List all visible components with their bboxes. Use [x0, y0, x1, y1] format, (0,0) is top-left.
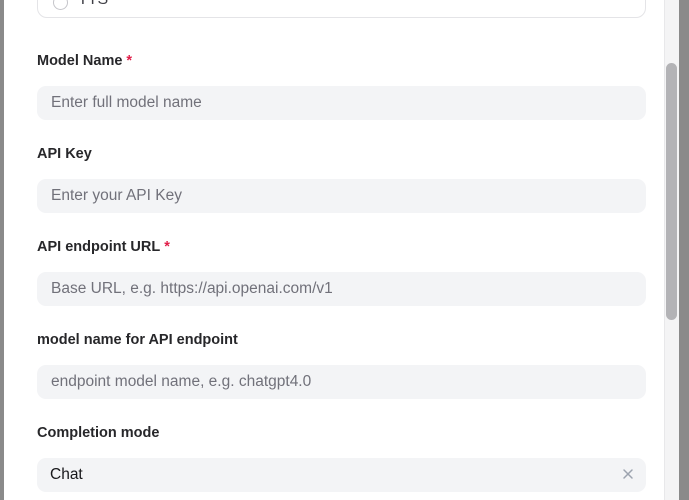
- backdrop: [679, 0, 689, 500]
- completion-mode-field: Completion mode Chat: [37, 424, 646, 492]
- api-endpoint-url-field: API endpoint URL *: [37, 238, 646, 306]
- scrollbar-thumb[interactable]: [666, 63, 677, 320]
- endpoint-model-name-label: model name for API endpoint: [37, 332, 238, 348]
- model-name-input[interactable]: [37, 86, 646, 120]
- api-key-label: API Key: [37, 146, 92, 162]
- completion-mode-select[interactable]: Chat: [37, 458, 646, 492]
- model-name-field: Model Name *: [37, 52, 646, 120]
- radio-button-tts[interactable]: [53, 0, 68, 10]
- api-endpoint-url-input-wrapper: [37, 272, 646, 306]
- completion-mode-value: Chat: [50, 466, 83, 483]
- api-endpoint-url-input[interactable]: [37, 272, 646, 306]
- close-icon[interactable]: [621, 467, 635, 481]
- api-endpoint-url-label: API endpoint URL: [37, 239, 161, 255]
- completion-mode-label: Completion mode: [37, 425, 160, 441]
- endpoint-model-name-field: model name for API endpoint: [37, 331, 646, 399]
- option-label-tts: TTS: [78, 0, 108, 9]
- model-type-option-tts[interactable]: TTS: [37, 0, 646, 18]
- required-asterisk: *: [164, 239, 170, 255]
- required-asterisk: *: [126, 53, 133, 69]
- endpoint-model-name-input[interactable]: [37, 365, 646, 399]
- model-config-dialog: TTS Model Name* API Key API endpoint URL…: [4, 0, 664, 500]
- api-key-field: API Key: [37, 145, 646, 213]
- model-name-label: Model Name: [37, 53, 123, 69]
- endpoint-model-name-input-wrapper: [37, 365, 646, 399]
- api-key-input[interactable]: [37, 179, 646, 213]
- api-key-input-wrapper: [37, 179, 646, 213]
- model-name-input-wrapper: [37, 86, 646, 120]
